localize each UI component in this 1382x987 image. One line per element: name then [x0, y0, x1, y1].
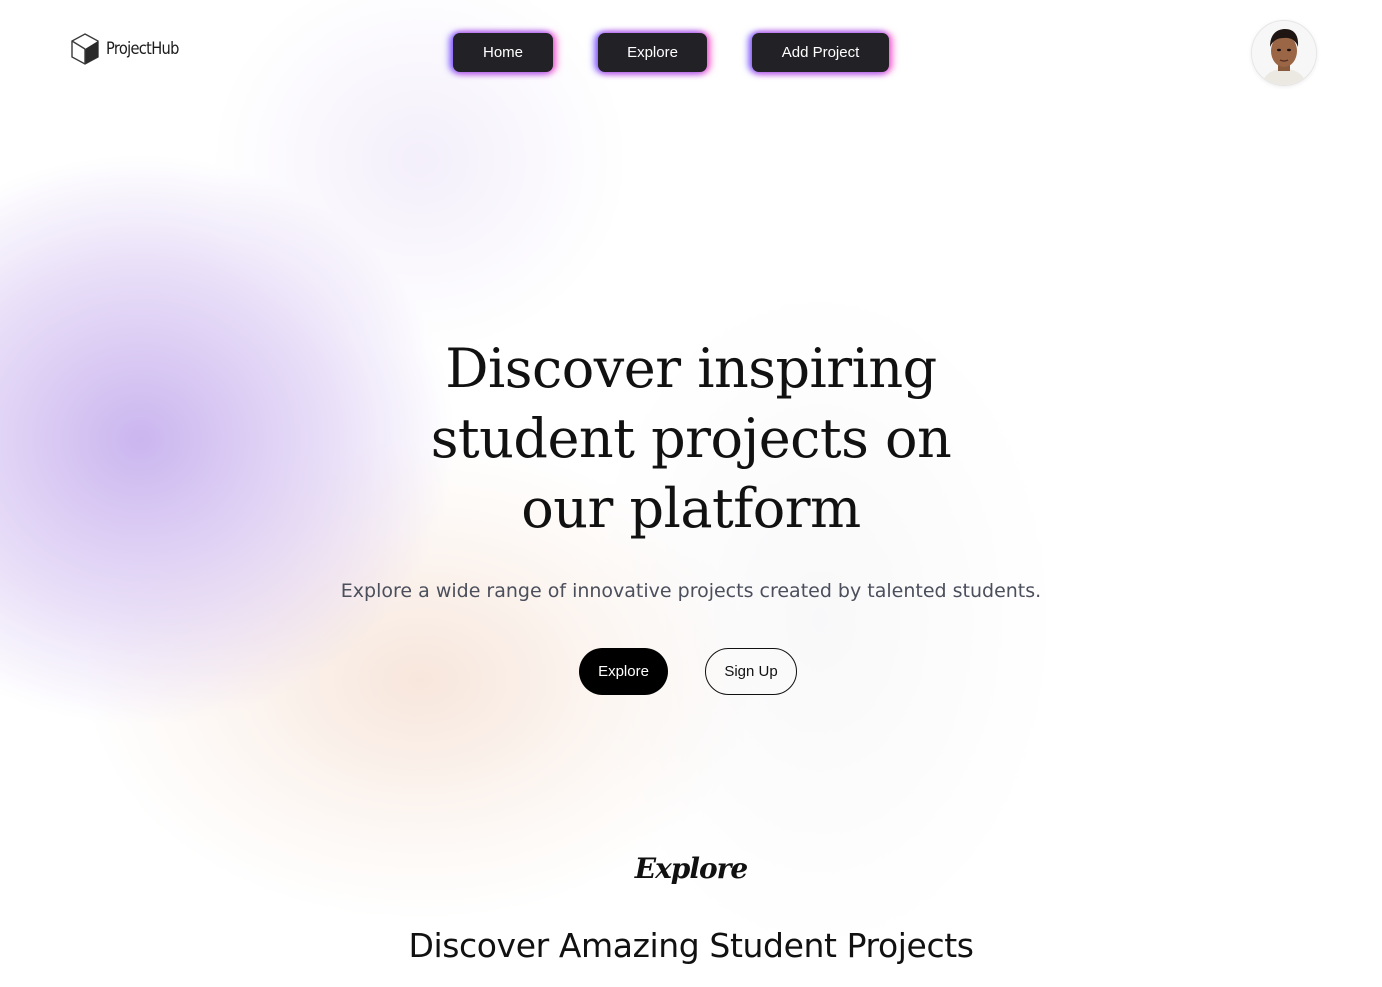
user-avatar-icon	[1252, 21, 1316, 85]
explore-script-label: Explore	[634, 852, 749, 885]
nav-explore-button[interactable]: Explore	[598, 33, 707, 72]
avatar[interactable]	[1251, 20, 1317, 86]
hero-title-line: Discover inspiring	[445, 337, 937, 400]
explore-button[interactable]: Explore	[579, 648, 668, 695]
sign-up-button[interactable]: Sign Up	[705, 648, 797, 695]
nav-home-button[interactable]: Home	[453, 33, 553, 72]
section-heading: Discover Amazing Student Projects	[408, 926, 974, 965]
hero-title-line: our platform	[521, 477, 861, 540]
logo-text: ProjectHub	[106, 39, 179, 59]
hero-title: Discover inspiring student projects on o…	[0, 334, 1382, 544]
hero-subtitle: Explore a wide range of innovative proje…	[340, 580, 1042, 602]
nav-add-project-button[interactable]: Add Project	[752, 33, 889, 72]
hero-title-line: student projects on	[430, 407, 952, 470]
logo[interactable]: ProjectHub	[70, 33, 191, 65]
cube-icon	[70, 33, 100, 65]
